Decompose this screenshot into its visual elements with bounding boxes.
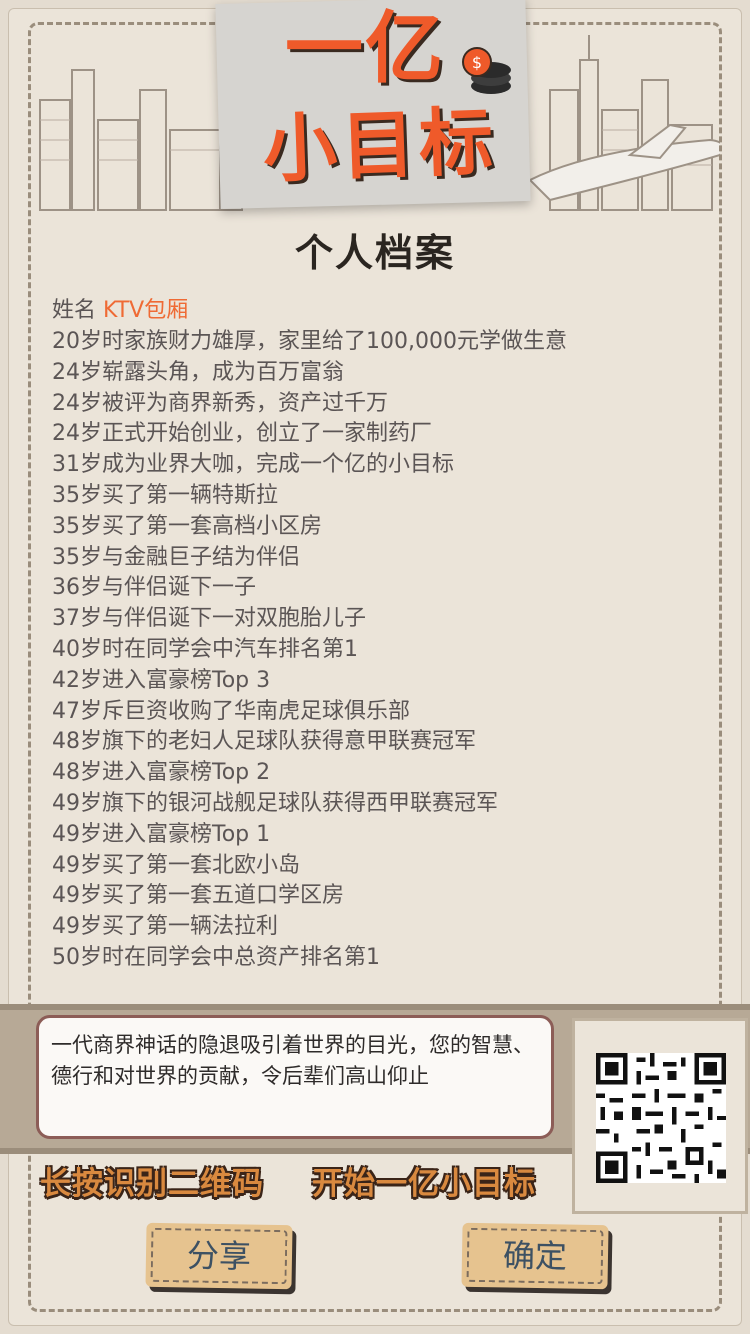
list-item: 24岁崭露头角，成为百万富翁 <box>52 359 344 385</box>
confirm-button[interactable]: 确定 <box>461 1222 609 1290</box>
name-row: 姓名 KTV包厢 <box>52 296 188 327</box>
list-item: 47岁斥巨资收购了华南虎足球俱乐部 <box>52 698 410 724</box>
share-button-label: 分享 <box>186 1236 252 1276</box>
page-title: 个人档案 <box>294 231 455 275</box>
list-item: 35岁与金融巨子结为伴侣 <box>52 544 300 570</box>
confirm-button-label: 确定 <box>502 1236 568 1276</box>
start-goal-hint: 开始一亿小目标 <box>312 1166 536 1202</box>
list-item: 49岁买了第一辆法拉利 <box>52 914 278 940</box>
list-item: 42岁进入富豪榜Top 3 <box>52 667 271 693</box>
list-item: 48岁旗下的老妇人足球队获得意甲联赛冠军 <box>52 729 476 755</box>
list-item: 35岁买了第一套高档小区房 <box>52 513 322 539</box>
long-press-hint: 长按识别二维码 <box>40 1166 264 1202</box>
list-item: 49岁进入富豪榜Top 1 <box>52 821 271 847</box>
list-item: 35岁买了第一辆特斯拉 <box>52 482 278 508</box>
qr-code[interactable] <box>596 1053 726 1183</box>
list-item: 40岁时在同学会中汽车排名第1 <box>52 636 358 662</box>
list-item: 50岁时在同学会中总资产排名第1 <box>52 944 380 970</box>
list-item: 24岁正式开始创业，创立了一家制药厂 <box>52 421 432 447</box>
list-item: 20岁时家族财力雄厚，家里给了100,000元学做生意 <box>52 329 567 354</box>
quote-box: 一代商界神话的隐退吸引着世界的目光，您的智慧、德行和对世界的贡献，令后辈们高山仰… <box>36 1015 554 1139</box>
logo-line-2: 小目标 <box>261 98 499 194</box>
list-item: 48岁进入富豪榜Top 2 <box>52 760 271 786</box>
logo-line-1: 一亿 <box>284 4 445 94</box>
list-item: 37岁与伴侣诞下一对双胞胎儿子 <box>52 606 366 632</box>
list-item: 49岁买了第一套五道口学区房 <box>52 883 344 909</box>
share-button[interactable]: 分享 <box>145 1222 293 1290</box>
name-label: 姓名 <box>52 298 97 323</box>
list-item: 49岁买了第一套北欧小岛 <box>52 852 300 878</box>
list-item: 31岁成为业界大咖，完成一个亿的小目标 <box>52 452 454 478</box>
list-item: 36岁与伴侣诞下一子 <box>52 575 256 601</box>
life-events-list: 20岁时家族财力雄厚，家里给了100,000元学做生意 24岁崭露头角，成为百万… <box>52 327 712 974</box>
name-value: KTV包厢 <box>103 298 189 323</box>
list-item: 49岁旗下的银河战舰足球队获得西甲联赛冠军 <box>52 790 498 816</box>
list-item: 24岁被评为商界新秀，资产过千万 <box>52 390 388 416</box>
svg-text:$: $ <box>472 53 482 72</box>
